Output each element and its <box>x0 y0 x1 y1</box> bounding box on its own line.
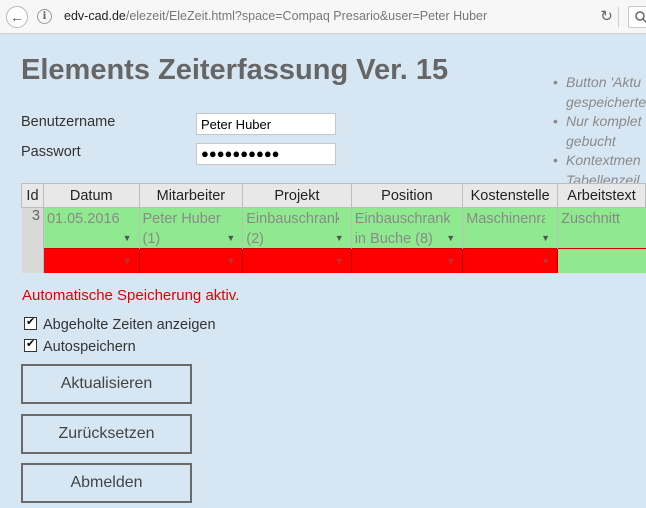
dropdown-arrow-icon[interactable]: ▼ <box>226 233 235 243</box>
reload-icon[interactable]: ↻ <box>595 7 619 27</box>
hint-item-continued: gespeicherte <box>566 94 646 110</box>
dropdown-arrow-icon[interactable]: ▼ <box>541 256 550 266</box>
page-title: Elements Zeiterfassung Ver. 15 <box>21 54 449 86</box>
new-mitarbeiter-select[interactable]: ▼ <box>138 248 243 273</box>
hints-list: Button 'Aktu gespeicherte Nur komplet ge… <box>553 73 646 190</box>
autosave-status: Automatische Speicherung aktiv. <box>22 287 240 304</box>
projekt-value: Einbauschrank (2) <box>246 211 339 247</box>
datum-select[interactable]: 01.05.2016 ▼ <box>42 207 140 249</box>
dropdown-arrow-icon[interactable]: ▼ <box>541 233 550 243</box>
autosave-option[interactable]: Autospeichern <box>24 337 136 355</box>
column-header-id[interactable]: Id <box>21 183 44 208</box>
browser-url-bar: ← i edv-cad.de/elezeit/EleZeit.html?spac… <box>0 0 646 34</box>
position-select[interactable]: Einbauschrank in Buche (8) ▼ <box>350 207 463 249</box>
search-field[interactable] <box>628 6 646 28</box>
column-header-arbeitstext[interactable]: Arbeitstext <box>557 183 646 208</box>
new-projekt-select[interactable]: ▼ <box>242 248 352 273</box>
reset-button[interactable]: Zurücksetzen <box>21 414 192 454</box>
position-value: Einbauschrank in Buche (8) <box>354 211 451 247</box>
mitarbeiter-select[interactable]: Peter Huber (1) ▼ <box>138 207 243 249</box>
url-path: /elezeit/EleZeit.html?space=Compaq Presa… <box>125 9 488 23</box>
autosave-checkbox[interactable] <box>24 337 37 352</box>
new-kostenstelle-select[interactable]: ▼ <box>462 248 558 273</box>
row-id: 3 <box>21 207 44 249</box>
show-fetched-option[interactable]: Abgeholte Zeiten anzeigen <box>24 315 216 333</box>
dropdown-arrow-icon[interactable]: ▼ <box>226 256 235 266</box>
back-arrow-icon[interactable]: ← <box>6 6 28 28</box>
hint-item: Nur komplet <box>553 112 646 131</box>
arbeitstext-cell[interactable]: Zuschnitt <box>557 207 646 249</box>
kostenstelle-select[interactable]: Maschinenrau ▼ <box>462 207 558 249</box>
projekt-select[interactable]: Einbauschrank (2) ▼ <box>242 207 352 249</box>
arbeitstext-value: Zuschnitt <box>561 211 620 227</box>
show-fetched-checkbox[interactable] <box>24 315 37 330</box>
show-fetched-label: Abgeholte Zeiten anzeigen <box>43 317 216 333</box>
search-icon <box>635 11 646 24</box>
hint-item: Kontextmen <box>553 151 646 170</box>
new-arbeitstext-cell[interactable] <box>557 248 646 273</box>
table-row-new: ▼ ▼ ▼ ▼ ▼ <box>21 248 646 273</box>
kostenstelle-value: Maschinenrau <box>466 211 545 227</box>
dropdown-arrow-icon[interactable]: ▼ <box>446 233 455 243</box>
row-id-empty <box>21 248 44 273</box>
mitarbeiter-value: Peter Huber (1) <box>142 211 221 247</box>
password-input[interactable]: ●●●●●●●●●● <box>196 143 336 165</box>
new-position-select[interactable]: ▼ <box>350 248 463 273</box>
table-header-row: Id Datum Mitarbeiter Projekt Position Ko… <box>21 183 646 208</box>
logout-button[interactable]: Abmelden <box>21 463 192 503</box>
url-host: edv-cad.de <box>64 9 126 23</box>
datum-value: 01.05.2016 <box>46 211 120 227</box>
hint-item-continued: gebucht <box>566 133 616 149</box>
dropdown-arrow-icon[interactable]: ▼ <box>335 256 344 266</box>
username-input[interactable] <box>196 113 336 135</box>
table-row: 3 01.05.2016 ▼ Peter Huber (1) ▼ Einbausc… <box>21 207 646 249</box>
column-header-mitarbeiter[interactable]: Mitarbeiter <box>138 183 244 208</box>
info-icon[interactable]: i <box>37 9 52 24</box>
password-label: Passwort <box>21 144 81 160</box>
dropdown-arrow-icon[interactable]: ▼ <box>446 256 455 266</box>
time-entries-table: Id Datum Mitarbeiter Projekt Position Ko… <box>21 183 646 273</box>
hint-item: Button 'Aktu <box>553 73 646 92</box>
autosave-label: Autospeichern <box>43 339 136 355</box>
username-label: Benutzername <box>21 114 116 130</box>
dropdown-arrow-icon[interactable]: ▼ <box>335 233 344 243</box>
column-header-projekt[interactable]: Projekt <box>242 183 352 208</box>
url-field[interactable]: edv-cad.de/elezeit/EleZeit.html?space=Co… <box>64 9 487 23</box>
new-datum-select[interactable]: ▼ <box>42 248 140 273</box>
column-header-kostenstelle[interactable]: Kostenstelle <box>462 183 559 208</box>
refresh-button[interactable]: Aktualisieren <box>21 364 192 404</box>
dropdown-arrow-icon[interactable]: ▼ <box>123 256 132 266</box>
column-header-position[interactable]: Position <box>350 183 464 208</box>
dropdown-arrow-icon[interactable]: ▼ <box>123 233 132 243</box>
column-header-datum[interactable]: Datum <box>42 183 140 208</box>
